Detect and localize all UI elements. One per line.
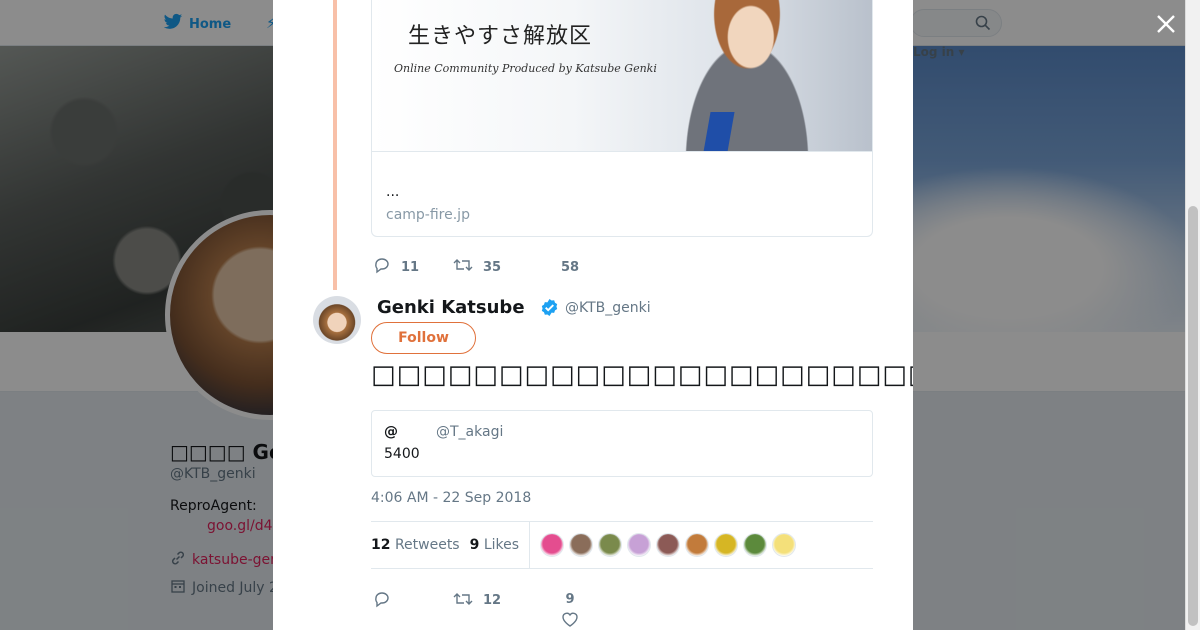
- retweet-icon: [453, 257, 473, 277]
- liker-avatar[interactable]: [743, 533, 768, 557]
- retweets-stat-label: Retweets: [394, 537, 460, 553]
- heart-icon: [561, 611, 579, 630]
- reply-button[interactable]: 11: [373, 256, 453, 278]
- previous-tweet-actions: 11 35 58: [373, 256, 579, 278]
- quoted-author-handle: @T_akagi: [436, 424, 504, 440]
- author-name[interactable]: Genki Katsube: [377, 297, 525, 318]
- retweets-stat-count: 12: [371, 537, 391, 553]
- tweet-timestamp[interactable]: 4:06 AM - 22 Sep 2018: [371, 490, 531, 506]
- card-image-subtitle: Online Community Produced by Katsube Gen…: [394, 62, 657, 75]
- retweet-count: 35: [483, 259, 502, 275]
- card-image-title: 生きやすさ解放区: [408, 24, 593, 49]
- author-avatar[interactable]: [313, 296, 361, 344]
- liker-avatar[interactable]: [627, 533, 652, 557]
- likes-stat[interactable]: 9 Likes: [470, 537, 519, 553]
- quoted-tweet-text: 5400: [384, 446, 420, 462]
- liker-avatar[interactable]: [569, 533, 594, 557]
- likes-stat-count: 9: [469, 537, 480, 553]
- liker-avatar[interactable]: [656, 533, 681, 557]
- retweets-stat[interactable]: 12 Retweets: [371, 537, 460, 553]
- likers-avatar-list: [540, 533, 797, 557]
- reply-icon: [373, 256, 391, 278]
- card-description: ...: [386, 184, 400, 200]
- tweet-like-button[interactable]: 9: [561, 592, 579, 630]
- quoted-tweet[interactable]: @ @T_akagi 5400: [371, 410, 873, 477]
- reply-count: 11: [401, 259, 420, 275]
- liker-avatar[interactable]: [714, 533, 739, 557]
- verified-badge-icon: [540, 298, 559, 317]
- card-person-image: [652, 0, 842, 151]
- like-button[interactable]: 58: [561, 260, 579, 275]
- retweet-button[interactable]: 35: [453, 257, 551, 277]
- close-modal-button[interactable]: [1152, 10, 1180, 38]
- retweet-icon: [453, 591, 473, 611]
- conversation-thread-line: [333, 0, 337, 290]
- like-count: 58: [561, 259, 580, 275]
- stats-divider: [529, 521, 531, 569]
- scrollbar-thumb[interactable]: [1188, 206, 1198, 626]
- liker-avatar[interactable]: [598, 533, 623, 557]
- quoted-author-name: @: [384, 424, 398, 440]
- tweet-text: □□□□□□□□□□□□□□□□□□□□□□□□□□□□□□□□□□□□□□□□…: [371, 360, 913, 390]
- link-card-image: 生きやすさ解放区 Online Community Produced by Ka…: [372, 0, 872, 152]
- page-scrollbar[interactable]: [1185, 0, 1200, 630]
- liker-avatar[interactable]: [540, 533, 565, 557]
- tweet-modal: 生きやすさ解放区 Online Community Produced by Ka…: [273, 0, 913, 630]
- liker-avatar[interactable]: [772, 533, 797, 557]
- tweet-reply-button[interactable]: [373, 590, 453, 612]
- link-preview-card[interactable]: 生きやすさ解放区 Online Community Produced by Ka…: [371, 0, 873, 237]
- author-handle[interactable]: @KTB_genki: [565, 300, 651, 316]
- likes-stat-label: Likes: [483, 537, 520, 553]
- tweet-retweet-button[interactable]: 12: [453, 591, 551, 611]
- card-domain: camp-fire.jp: [386, 207, 470, 223]
- tweet-like-count: 9: [565, 592, 575, 607]
- tweet-stats: 12 Retweets 9 Likes: [371, 521, 873, 569]
- follow-button[interactable]: Follow: [371, 322, 476, 354]
- tweet-actions: 12 9: [373, 581, 578, 627]
- close-icon: [1152, 15, 1180, 42]
- liker-avatar[interactable]: [685, 533, 710, 557]
- reply-icon: [373, 590, 391, 612]
- tweet-retweet-count: 12: [483, 593, 502, 608]
